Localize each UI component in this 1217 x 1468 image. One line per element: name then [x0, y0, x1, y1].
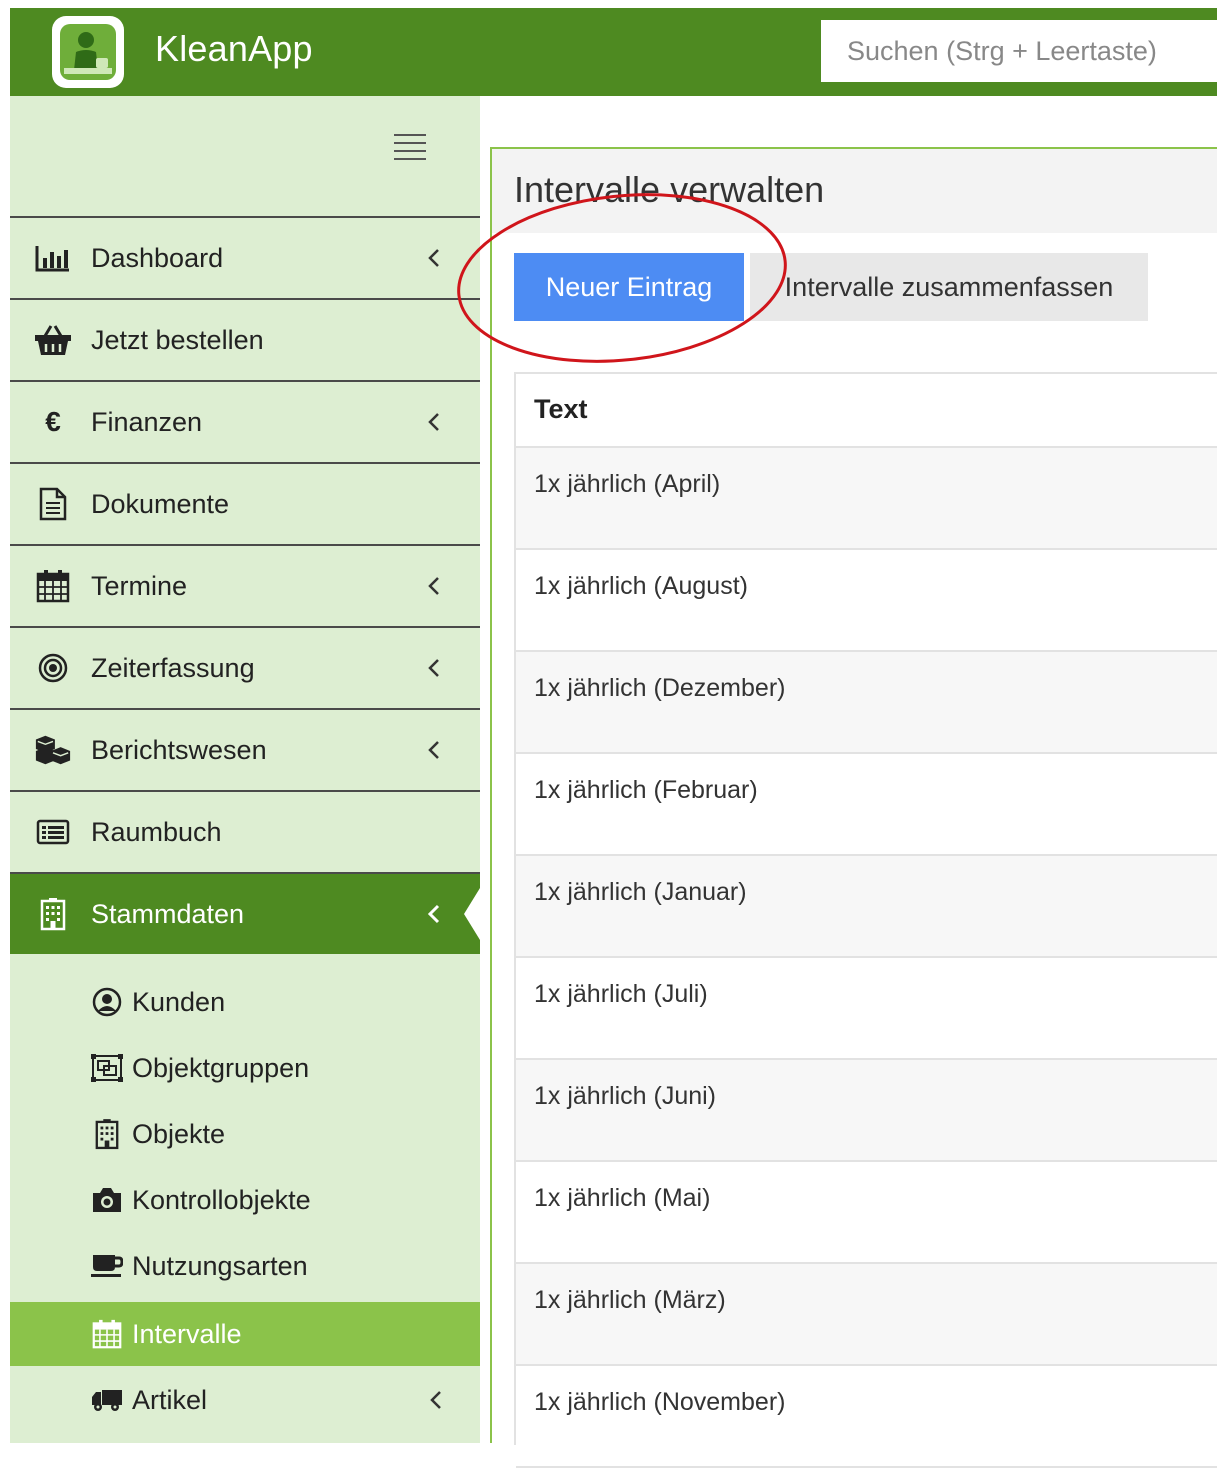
sidebar-subitem-kontrollobjekte[interactable]: Kontrollobjekte	[10, 1168, 480, 1232]
chevron-left-icon	[426, 1385, 446, 1415]
table-row[interactable]: 1x jährlich (Dezember)	[516, 652, 1217, 754]
basket-icon	[34, 321, 72, 359]
sidebar-item-finanzen[interactable]: € Finanzen	[10, 380, 480, 462]
table-row[interactable]: 1x jährlich (Januar)	[516, 856, 1217, 958]
calendar-icon	[34, 567, 72, 605]
sidebar-item-berichtswesen[interactable]: Berichtswesen	[10, 708, 480, 790]
table-row[interactable]: 1x jährlich (Juli)	[516, 958, 1217, 1060]
sidebar-item-label: Berichtswesen	[91, 734, 267, 765]
list-box-icon	[34, 813, 72, 851]
app-logo[interactable]	[52, 16, 124, 88]
table-cell-text: 1x jährlich (Juni)	[534, 1082, 717, 1110]
table-header[interactable]: Text	[516, 374, 1217, 448]
table-row[interactable]: 1x jährlich (November)	[516, 1366, 1217, 1468]
sidebar-subitem-label: Kunden	[132, 986, 226, 1017]
sidebar-item-label: Finanzen	[91, 406, 203, 437]
table-row[interactable]: 1x jährlich (Februar)	[516, 754, 1217, 856]
sidebar-item-label: Zeiterfassung	[91, 652, 255, 683]
bar-chart-icon	[34, 239, 72, 277]
table-row[interactable]: 1x jährlich (März)	[516, 1264, 1217, 1366]
camera-icon	[90, 1183, 124, 1217]
chevron-left-icon	[424, 899, 444, 929]
sidebar-item-termine[interactable]: Termine	[10, 544, 480, 626]
table-cell-text: 1x jährlich (Dezember)	[534, 674, 786, 702]
building-icon	[90, 1117, 124, 1151]
table-row[interactable]: 1x jährlich (April)	[516, 448, 1217, 550]
sidebar-item-label: Termine	[91, 570, 188, 601]
sidebar-item-label: Dokumente	[91, 488, 230, 519]
sidebar-subitem-intervalle[interactable]: Intervalle	[10, 1302, 480, 1366]
page-title: Intervalle verwalten	[514, 169, 825, 210]
sidebar-item-raumbuch[interactable]: Raumbuch	[10, 790, 480, 872]
calendar-icon	[90, 1317, 124, 1351]
table-cell-text: 1x jährlich (März)	[534, 1286, 726, 1314]
chevron-left-icon	[424, 407, 444, 437]
chevron-left-icon	[424, 653, 444, 683]
table-cell-text: 1x jährlich (August)	[534, 572, 748, 600]
truck-icon	[90, 1383, 124, 1417]
target-icon	[34, 649, 72, 687]
sidebar-subitem-label: Kontrollobjekte	[132, 1184, 311, 1215]
table-cell-text: 1x jährlich (Mai)	[534, 1184, 711, 1212]
sidebar-subitem-nutzungsarten[interactable]: Nutzungsarten	[10, 1234, 480, 1298]
active-indicator	[464, 888, 480, 940]
sidebar-item-label: Raumbuch	[91, 816, 222, 847]
coffee-icon	[90, 1249, 124, 1283]
sidebar-item-dashboard[interactable]: Dashboard	[10, 216, 480, 298]
table-cell-text: 1x jährlich (November)	[534, 1388, 786, 1416]
cleaner-logo-icon	[60, 24, 116, 80]
sidebar: Dashboard Jetzt bestellen € Finanzen Dok…	[10, 96, 480, 1443]
user-circle-icon	[90, 985, 124, 1019]
table-row[interactable]: 1x jährlich (Juni)	[516, 1060, 1217, 1162]
sidebar-subitem-artikel[interactable]: Artikel	[10, 1368, 480, 1432]
chevron-left-icon	[424, 571, 444, 601]
table-cell-text: 1x jährlich (Februar)	[534, 776, 758, 804]
building-icon	[34, 895, 72, 933]
sidebar-subitem-label: Artikel	[132, 1384, 208, 1415]
chevron-left-icon	[424, 243, 444, 273]
chevron-left-icon	[424, 735, 444, 765]
menu-toggle-icon[interactable]	[394, 134, 426, 164]
sidebar-item-label: Jetzt bestellen	[91, 324, 264, 355]
panel-header: Intervalle verwalten	[492, 149, 1217, 233]
sidebar-subitem-kunden[interactable]: Kunden	[10, 970, 480, 1034]
app-title: KleanApp	[155, 28, 313, 69]
sidebar-item-label: Stammdaten	[91, 898, 245, 929]
sidebar-subitem-label: Nutzungsarten	[132, 1250, 308, 1281]
merge-intervals-button[interactable]: Intervalle zusammenfassen	[750, 253, 1148, 321]
sidebar-item-jetzt-bestellen[interactable]: Jetzt bestellen	[10, 298, 480, 380]
euro-icon: €	[45, 406, 61, 437]
sidebar-item-dokumente[interactable]: Dokumente	[10, 462, 480, 544]
cubes-icon	[34, 731, 72, 769]
main-panel: Intervalle verwalten Neuer Eintrag Inter…	[490, 147, 1217, 1468]
search-input[interactable]	[821, 20, 1217, 82]
sidebar-subitem-label: Objekte	[132, 1118, 226, 1149]
table-row[interactable]: 1x jährlich (August)	[516, 550, 1217, 652]
sidebar-subitem-objektgruppen[interactable]: Objektgruppen	[10, 1036, 480, 1100]
top-header: KleanApp	[10, 8, 1217, 96]
sidebar-subitem-label: Objektgruppen	[132, 1052, 310, 1083]
document-icon	[34, 485, 72, 523]
table-cell-text: 1x jährlich (Juli)	[534, 980, 708, 1008]
sidebar-item-label: Dashboard	[91, 242, 224, 273]
intervals-table: Text 1x jährlich (April) 1x jährlich (Au…	[514, 372, 1217, 1468]
new-entry-button[interactable]: Neuer Eintrag	[514, 253, 744, 321]
table-cell-text: 1x jährlich (April)	[534, 470, 721, 498]
sidebar-subitem-objekte[interactable]: Objekte	[10, 1102, 480, 1166]
table-cell-text: 1x jährlich (Januar)	[534, 878, 747, 906]
table-row[interactable]: 1x jährlich (Mai)	[516, 1162, 1217, 1264]
column-header-text: Text	[534, 394, 588, 424]
sidebar-item-stammdaten[interactable]: Stammdaten	[10, 872, 480, 954]
sidebar-subitem-label: Intervalle	[132, 1318, 242, 1349]
sidebar-item-zeiterfassung[interactable]: Zeiterfassung	[10, 626, 480, 708]
object-group-icon	[90, 1051, 124, 1085]
